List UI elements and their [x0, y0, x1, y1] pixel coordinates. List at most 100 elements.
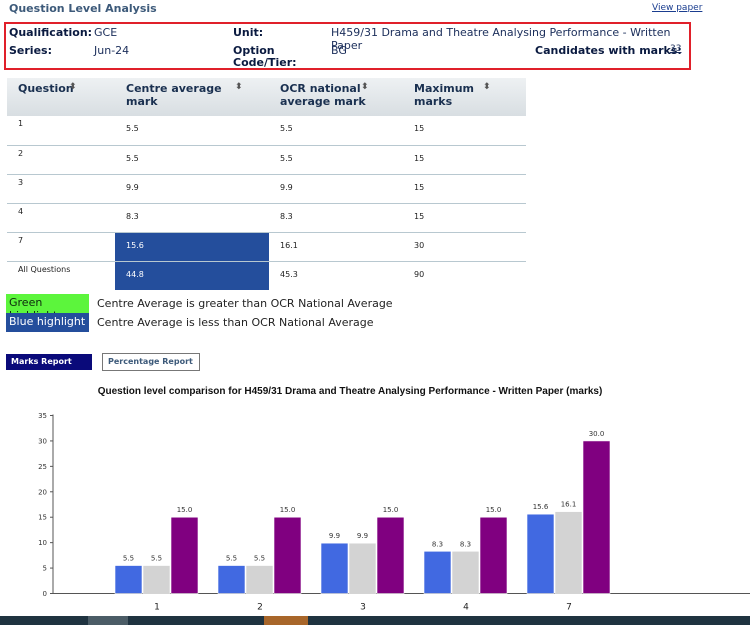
national-average-cell: 9.9 — [269, 174, 403, 204]
question-cell: 3 — [7, 174, 115, 204]
data-label: 15.0 — [486, 506, 502, 514]
table-row: 4 8.3 8.3 15 — [7, 203, 526, 233]
data-label: 9.9 — [329, 532, 340, 540]
data-label: 5.5 — [254, 555, 265, 563]
page-title: Question Level Analysis — [9, 2, 157, 15]
table-row: 1 5.5 5.5 15 — [7, 116, 526, 146]
data-label: 9.9 — [357, 532, 368, 540]
y-tick-label: 25 — [38, 463, 47, 471]
maximum-marks-cell: 30 — [403, 232, 526, 262]
header-centre-average[interactable]: Centre average mark ⬍ — [115, 78, 269, 116]
percentage-report-button[interactable]: Percentage Report — [102, 353, 200, 371]
taskbar-app-icon[interactable] — [264, 616, 308, 625]
centre-average-cell: 5.5 — [115, 116, 269, 146]
y-tick-label: 15 — [38, 514, 47, 522]
centre-average-cell: 5.5 — [115, 145, 269, 175]
data-label: 16.1 — [561, 501, 577, 509]
qualification-label: Qualification: — [9, 26, 93, 39]
maximum-marks-cell: 15 — [403, 174, 526, 204]
y-tick-label: 0 — [43, 590, 47, 598]
national-average-cell: 5.5 — [269, 145, 403, 175]
maximum-marks-cell: 15 — [403, 116, 526, 146]
header-question-label: Question — [18, 82, 74, 95]
maximum-marks-cell: 90 — [414, 269, 425, 279]
bar — [273, 516, 302, 594]
marks-report-button[interactable]: Marks Report — [6, 354, 92, 370]
header-centre-label-1: Centre average — [126, 82, 222, 95]
bar — [142, 565, 171, 594]
blue-highlight-text: Centre Average is less than OCR National… — [97, 316, 374, 329]
table-row: 7 15.6 16.1 30 — [7, 232, 526, 262]
data-label: 15.0 — [177, 506, 193, 514]
data-label: 8.3 — [460, 540, 471, 548]
sort-icon[interactable]: ⬍ — [69, 82, 77, 92]
x-tick-label: 4 — [463, 603, 469, 613]
header-national-average[interactable]: OCR national average mark ⬍ — [269, 78, 403, 116]
national-average-cell: 45.3 — [280, 269, 298, 279]
candidates-label: Candidates with marks: — [535, 44, 682, 57]
bar — [114, 565, 143, 594]
x-tick-label: 1 — [154, 603, 160, 613]
question-cell: 2 — [7, 145, 115, 175]
bar — [245, 565, 274, 594]
centre-average-cell: 8.3 — [115, 203, 269, 233]
series-value: Jun-24 — [94, 44, 130, 57]
data-label: 5.5 — [151, 555, 162, 563]
option-value: BG — [331, 44, 347, 57]
sort-icon[interactable]: ⬍ — [483, 82, 491, 92]
table-row: 2 5.5 5.5 15 — [7, 145, 526, 175]
y-tick-label: 5 — [43, 565, 47, 573]
y-tick-label: 20 — [38, 488, 47, 496]
y-tick-label: 10 — [38, 539, 47, 547]
qualification-value: GCE — [94, 26, 118, 39]
data-label: 15.0 — [383, 506, 399, 514]
candidates-value-link[interactable]: 33 — [670, 44, 681, 54]
question-cell: 7 — [7, 232, 115, 262]
question-table: Question ⬍ Centre average mark ⬍ OCR nation… — [7, 78, 526, 290]
centre-average-cell: 9.9 — [115, 174, 269, 204]
header-question[interactable]: Question ⬍ — [7, 78, 115, 116]
taskbar-app-icon[interactable] — [88, 616, 128, 625]
view-paper-link[interactable]: View paper — [652, 3, 702, 13]
bar — [348, 542, 377, 594]
question-cell: 4 — [7, 203, 115, 233]
bar — [376, 516, 405, 594]
x-tick-label: 7 — [566, 603, 572, 613]
table-header-row: Question ⬍ Centre average mark ⬍ OCR nation… — [7, 78, 526, 116]
bar — [451, 550, 480, 594]
sort-icon[interactable]: ⬍ — [235, 82, 243, 92]
bar — [217, 565, 246, 594]
header-centre-label-2: mark — [126, 95, 158, 108]
header-max-label-2: marks — [414, 95, 453, 108]
maximum-marks-cell: 15 — [403, 203, 526, 233]
bar — [320, 542, 349, 594]
header-national-label-2: average mark — [280, 95, 366, 108]
blue-highlight-swatch: Blue highlight — [6, 313, 89, 332]
maximum-marks-cell: 15 — [403, 145, 526, 175]
header-maximum-marks[interactable]: Maximum marks ⬍ — [403, 78, 526, 116]
option-label-line2: Code/Tier: — [233, 56, 297, 69]
data-label: 5.5 — [226, 555, 237, 563]
bar — [423, 550, 452, 594]
centre-average-cell: 44.8 — [115, 261, 269, 290]
data-label: 15.0 — [280, 506, 296, 514]
bar — [479, 516, 508, 594]
x-tick-label: 2 — [257, 603, 263, 613]
national-average-cell: 5.5 — [269, 116, 403, 146]
header-national-label-1: OCR national — [280, 82, 361, 95]
data-label: 8.3 — [432, 540, 443, 548]
unit-label: Unit: — [233, 26, 264, 39]
y-tick-label: 30 — [38, 437, 47, 445]
x-tick-label: 3 — [360, 603, 366, 613]
bar — [582, 440, 611, 594]
taskbar — [0, 616, 750, 625]
question-cell: 1 — [7, 116, 115, 146]
green-highlight-swatch: Green highlight — [6, 294, 89, 322]
table-row: All Questions 44.8 45.3 90 — [7, 261, 526, 290]
series-label: Series: — [9, 44, 52, 57]
info-box: Qualification: GCE Unit: H459/31 Drama a… — [4, 22, 691, 70]
bar — [554, 511, 583, 594]
data-label: 30.0 — [589, 430, 605, 438]
sort-icon[interactable]: ⬍ — [361, 82, 369, 92]
centre-average-cell: 15.6 — [115, 232, 269, 262]
